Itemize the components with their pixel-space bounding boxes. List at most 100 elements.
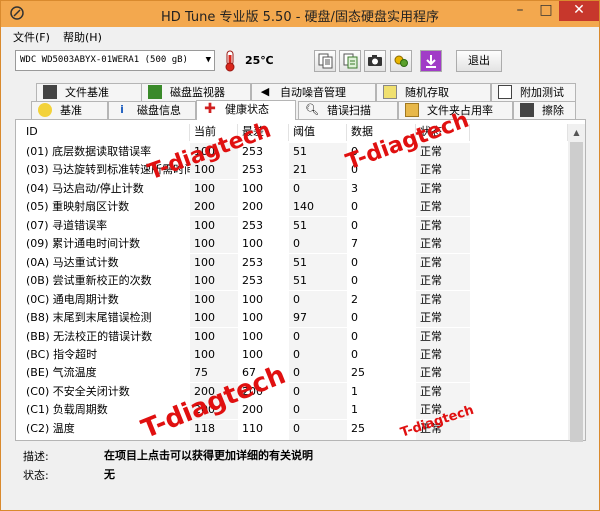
row-worst-cell: 100 [242, 347, 263, 361]
table-row[interactable]: (C3) 硬件 ECC 恢复10025300正常 [22, 438, 568, 440]
row-data-cell: 1 [351, 384, 358, 398]
table-row[interactable]: (0C) 通电周期计数 100 100 0 2 正常 [22, 290, 568, 309]
maximize-button[interactable]: □ [533, 1, 559, 21]
row-status-cell: 正常 [416, 309, 470, 328]
trash-icon [520, 103, 534, 117]
tab-aam[interactable]: ◀ 自动噪音管理 [251, 83, 376, 101]
row-id-cell: (07) 寻道错误率 [26, 218, 108, 232]
copy-text-button[interactable] [314, 50, 336, 72]
row-data-cell: 0 [351, 311, 358, 325]
vertical-scrollbar[interactable]: ▲ [568, 124, 585, 442]
table-row[interactable]: (BE) 气流温度 75 67 0 25 正常 [22, 364, 568, 383]
title-bar[interactable]: HD Tune 专业版 5.50 - 硬盘/固态硬盘实用程序 – □ ✕ [1, 1, 599, 27]
column-header-threshold[interactable]: 阈值 [289, 124, 347, 141]
table-row[interactable]: (09) 累计通电时间计数 100 100 0 7 正常 [22, 235, 568, 254]
tab-erase[interactable]: 擦除 [513, 101, 576, 119]
row-status-cell: 正常 [416, 438, 470, 440]
table-row[interactable]: (04) 马达启动/停止计数 100 100 0 3 正常 [22, 179, 568, 198]
table-row[interactable]: (05) 重映射扇区计数 200 200 140 0 正常 [22, 198, 568, 217]
row-filler-cell [470, 180, 568, 198]
random-access-icon [383, 85, 397, 99]
row-worst-cell: 253 [242, 218, 263, 232]
row-id-cell: (05) 重映射扇区计数 [26, 200, 130, 214]
screenshot-button[interactable] [364, 50, 386, 72]
row-id-cell: (B8) 末尾到末尾错误检测 [26, 311, 152, 325]
row-filler-cell [470, 364, 568, 382]
tab-extra-tests[interactable]: 附加测试 [491, 83, 576, 101]
info-icon: i [120, 103, 124, 116]
row-worst-cell: 253 [242, 255, 263, 269]
drive-select[interactable]: WDC WD5003ABYX-01WERA1 (500 gB) ▼ [15, 50, 215, 71]
row-current-cell: 100 [190, 216, 238, 235]
table-row[interactable]: (C1) 负载周期数 200 200 0 1 正常 [22, 401, 568, 420]
row-threshold-cell: 0 [289, 401, 347, 420]
table-row[interactable]: (03) 马达旋转到标准转速所需时间 100 253 21 0 正常 [22, 161, 568, 180]
row-current-cell: 100 [190, 309, 238, 328]
minimize-button[interactable]: – [507, 1, 533, 21]
tab-error-scan[interactable]: 🔍︎ 错误扫描 [298, 101, 398, 119]
row-id-cell: (BB) 无法校正的错误计数 [26, 329, 153, 343]
row-current-cell: 100 [190, 272, 238, 291]
menu-bar: 文件(F) 帮助(H) [1, 27, 599, 45]
row-id-cell: (C0) 不安全关闭计数 [26, 384, 130, 398]
row-filler-cell [470, 420, 568, 438]
scrollbar-thumb[interactable] [570, 142, 583, 442]
row-current-cell: 100 [190, 235, 238, 254]
options-button[interactable] [390, 50, 412, 72]
row-threshold-cell: 0 [289, 327, 347, 346]
column-header-id[interactable]: ID [22, 124, 190, 141]
table-row[interactable]: (BB) 无法校正的错误计数 100 100 0 0 正常 [22, 327, 568, 346]
table-row[interactable]: (C0) 不安全关闭计数 200 200 0 1 正常 [22, 382, 568, 401]
row-threshold-cell: 97 [289, 309, 347, 328]
status-value: 无 [104, 468, 115, 481]
tab-disk-monitor[interactable]: 磁盘监视器 [141, 83, 251, 101]
table-row[interactable]: (07) 寻道错误率 100 253 51 0 正常 [22, 216, 568, 235]
close-button[interactable]: ✕ [559, 1, 599, 21]
folder-icon [405, 103, 419, 117]
disk-monitor-icon [148, 85, 162, 99]
row-status-cell: 正常 [416, 290, 470, 309]
extra-tests-icon [498, 85, 512, 99]
save-button[interactable] [420, 50, 442, 72]
row-filler-cell [470, 383, 568, 401]
table-row[interactable]: (C2) 温度 118 110 0 25 正常 [22, 419, 568, 438]
row-threshold-cell: 140 [289, 198, 347, 217]
menu-help[interactable]: 帮助(H) [63, 29, 102, 45]
tab-random-access[interactable]: 随机存取 [376, 83, 491, 101]
drive-select-value: WDC WD5003ABYX-01WERA1 (500 gB) [20, 55, 188, 65]
tab-disk-info[interactable]: i 磁盘信息 [108, 101, 196, 119]
row-worst-cell: 253 [242, 274, 263, 288]
row-worst-cell: 253 [242, 163, 263, 177]
row-worst-cell: 100 [242, 292, 263, 306]
menu-file[interactable]: 文件(F) [13, 29, 50, 45]
table-row[interactable]: (0B) 尝试重新校正的次数 100 253 51 0 正常 [22, 272, 568, 291]
row-data-cell: 2 [351, 292, 358, 306]
description-value: 在项目上点击可以获得更加详细的有关说明 [104, 449, 313, 462]
row-status-cell: 正常 [416, 327, 470, 346]
row-filler-cell [470, 401, 568, 419]
row-current-cell: 100 [190, 345, 238, 364]
table-row[interactable]: (01) 底层数据读取错误率 100 253 51 0 正常 [22, 143, 568, 161]
smart-table[interactable]: ID 当前 最差 阈值 数据 状态 (01) 底层数据读取错误率 100 253 51… [22, 124, 568, 440]
row-status-cell: 正常 [416, 382, 470, 401]
row-id-cell: (BC) 指令超时 [26, 347, 98, 361]
copy-screenshot-button[interactable] [339, 50, 361, 72]
table-row[interactable]: (BC) 指令超时 100 100 0 0 正常 [22, 345, 568, 364]
row-threshold-cell: 0 [289, 235, 347, 254]
copy-screenshot-icon [343, 53, 358, 69]
tab-file-benchmark[interactable]: 文件基准 [36, 83, 148, 101]
exit-button[interactable]: 退出 [456, 50, 502, 72]
row-id-cell: (0A) 马达重试计数 [26, 255, 119, 269]
row-worst-cell: 200 [242, 200, 263, 214]
row-id-cell: (0B) 尝试重新校正的次数 [26, 274, 152, 288]
table-row[interactable]: (0A) 马达重试计数 100 253 51 0 正常 [22, 253, 568, 272]
tab-benchmark[interactable]: 基准 [31, 101, 108, 119]
table-row[interactable]: (B8) 末尾到末尾错误检测 100 100 97 0 正常 [22, 309, 568, 328]
toolbar: WDC WD5003ABYX-01WERA1 (500 gB) ▼ 25℃ 退出 [1, 47, 599, 75]
row-data-cell: 0 [351, 274, 358, 288]
row-current-cell: 100 [190, 290, 238, 309]
row-current-cell: 100 [190, 253, 238, 272]
tab-health[interactable]: ✚ 健康状态 [196, 100, 296, 120]
row-current-cell: 200 [190, 198, 238, 217]
scroll-up-arrow-icon[interactable]: ▲ [568, 124, 585, 141]
